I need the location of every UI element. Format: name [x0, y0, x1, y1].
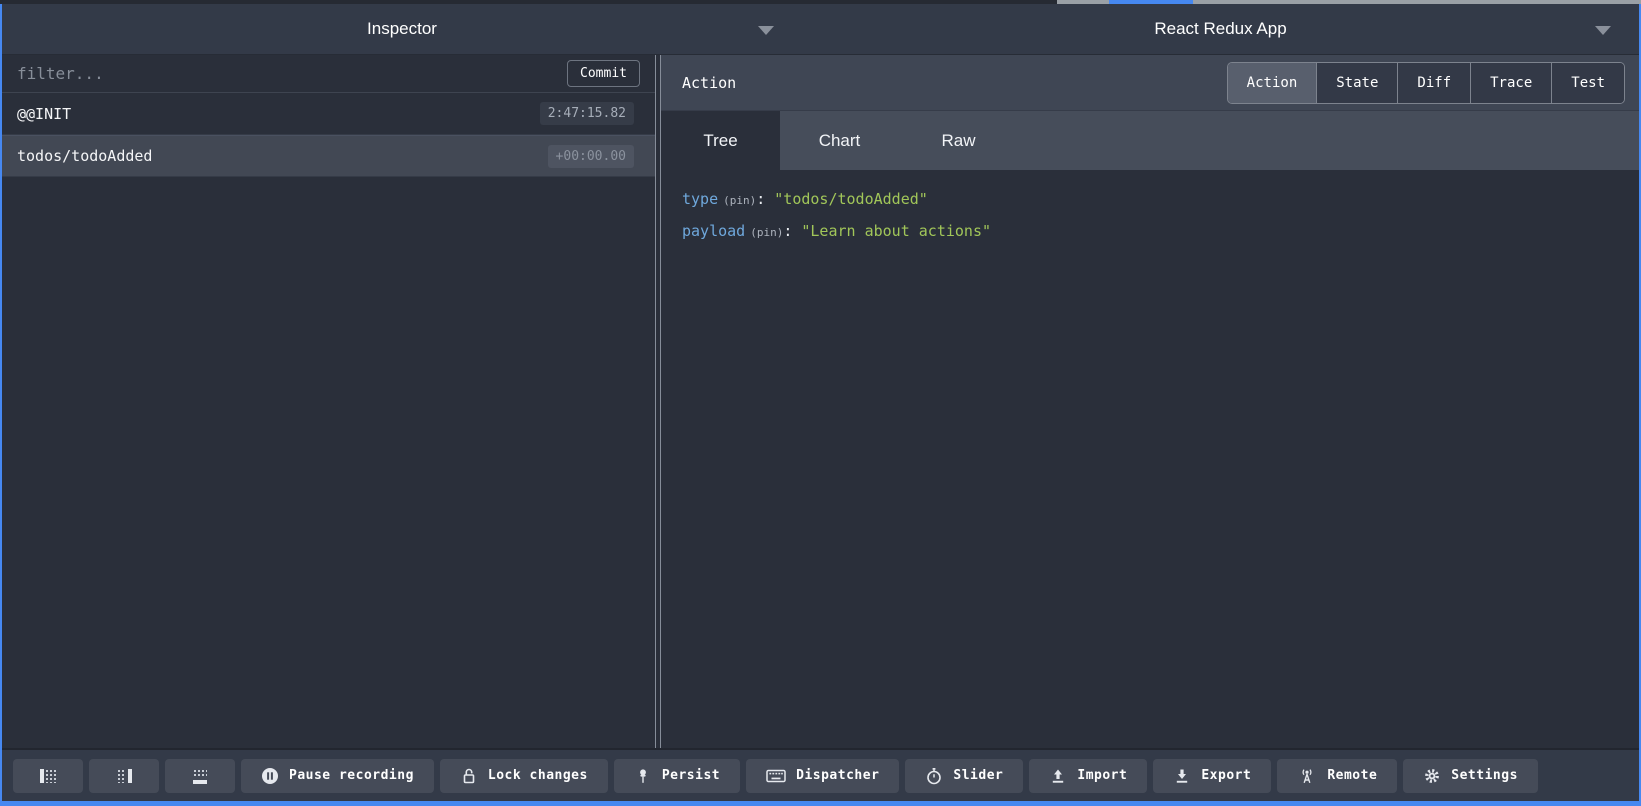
- instance-title: React Redux App: [1154, 19, 1286, 39]
- action-list-item-todo-added[interactable]: todos/todoAdded +00:00.00: [2, 135, 655, 177]
- gear-icon: [1423, 767, 1441, 785]
- tree-row-payload: payload (pin): "Learn about actions": [682, 216, 1639, 248]
- upload-icon: [1049, 767, 1067, 785]
- dock-left-icon: [38, 766, 58, 786]
- action-name: todos/todoAdded: [17, 147, 548, 165]
- dock-bottom-button[interactable]: [165, 759, 235, 793]
- monitor-select-dropdown[interactable]: Inspector: [2, 4, 802, 54]
- button-label: Remote: [1327, 768, 1377, 783]
- pause-icon: [261, 767, 279, 785]
- main-area: Commit @@INIT 2:47:15.82 todos/todoAdded…: [2, 55, 1639, 748]
- lock-icon: [460, 767, 478, 785]
- antenna-icon: [1297, 767, 1317, 785]
- button-label: Settings: [1451, 768, 1518, 783]
- tree-value: "Learn about actions": [801, 222, 991, 240]
- detail-header-bar: Action Action State Diff Trace Test: [661, 55, 1639, 111]
- dock-right-button[interactable]: [89, 759, 159, 793]
- devtools-frame: Inspector React Redux App Commit @@INIT …: [0, 4, 1641, 806]
- content-tab-strip: Tree Chart Raw: [661, 111, 1639, 170]
- chevron-down-icon: [758, 26, 774, 35]
- dock-right-icon: [114, 766, 134, 786]
- detail-section-label: Action: [682, 74, 736, 92]
- stopwatch-icon: [925, 767, 943, 785]
- button-label: Export: [1201, 768, 1251, 783]
- download-icon: [1173, 767, 1191, 785]
- tree-colon: :: [756, 190, 765, 208]
- button-label: Dispatcher: [796, 768, 879, 783]
- dock-left-button[interactable]: [13, 759, 83, 793]
- tab-raw[interactable]: Raw: [899, 111, 1018, 170]
- persist-button[interactable]: Persist: [614, 759, 740, 793]
- tab-trace[interactable]: Trace: [1470, 63, 1551, 103]
- tab-tree[interactable]: Tree: [661, 111, 780, 170]
- export-button[interactable]: Export: [1153, 759, 1271, 793]
- tab-chart[interactable]: Chart: [780, 111, 899, 170]
- tree-key: type: [682, 190, 718, 208]
- dispatcher-button[interactable]: Dispatcher: [746, 759, 899, 793]
- view-tab-group: Action State Diff Trace Test: [1227, 62, 1625, 104]
- action-list-item-init[interactable]: @@INIT 2:47:15.82: [2, 93, 655, 135]
- tree-key: payload: [682, 222, 745, 240]
- button-label: Pause recording: [289, 768, 414, 783]
- remote-button[interactable]: Remote: [1277, 759, 1397, 793]
- slider-button[interactable]: Slider: [905, 759, 1023, 793]
- button-label: Persist: [662, 768, 720, 783]
- settings-button[interactable]: Settings: [1403, 759, 1538, 793]
- pin-button[interactable]: (pin): [750, 226, 783, 239]
- dock-bottom-icon: [190, 766, 210, 786]
- commit-button[interactable]: Commit: [567, 60, 640, 87]
- action-name: @@INIT: [17, 105, 540, 123]
- keyboard-icon: [766, 767, 786, 785]
- tab-action[interactable]: Action: [1228, 63, 1317, 103]
- tree-row-type: type (pin): "todos/todoAdded": [682, 184, 1639, 216]
- import-button[interactable]: Import: [1029, 759, 1147, 793]
- tree-colon: :: [783, 222, 792, 240]
- button-label: Lock changes: [488, 768, 588, 783]
- header-bar: Inspector React Redux App: [2, 4, 1639, 55]
- tree-value: "todos/todoAdded": [774, 190, 928, 208]
- lock-changes-button[interactable]: Lock changes: [440, 759, 608, 793]
- action-time-badge: +00:00.00: [548, 145, 634, 168]
- action-detail-panel: Action Action State Diff Trace Test Tree…: [661, 55, 1639, 748]
- filter-input[interactable]: [17, 64, 567, 83]
- redux-devtools-window: Inspector React Redux App Commit @@INIT …: [0, 0, 1641, 806]
- pin-icon: [634, 767, 652, 785]
- action-list-empty-space: [2, 177, 655, 748]
- tab-test[interactable]: Test: [1551, 63, 1624, 103]
- pause-recording-button[interactable]: Pause recording: [241, 759, 434, 793]
- instance-select-dropdown[interactable]: React Redux App: [802, 4, 1639, 54]
- button-label: Import: [1077, 768, 1127, 783]
- action-time-badge: 2:47:15.82: [540, 102, 634, 125]
- pin-button[interactable]: (pin): [723, 194, 756, 207]
- tab-state[interactable]: State: [1316, 63, 1397, 103]
- json-tree-view: type (pin): "todos/todoAdded" payload (pin)…: [661, 170, 1639, 748]
- bottom-toolbar: Pause recording Lock changes Persist: [2, 748, 1639, 801]
- chevron-down-icon: [1595, 26, 1611, 35]
- button-label: Slider: [953, 768, 1003, 783]
- filter-row: Commit: [2, 55, 655, 93]
- action-list-panel: Commit @@INIT 2:47:15.82 todos/todoAdded…: [2, 55, 655, 748]
- tab-diff[interactable]: Diff: [1397, 63, 1470, 103]
- monitor-title: Inspector: [367, 19, 437, 39]
